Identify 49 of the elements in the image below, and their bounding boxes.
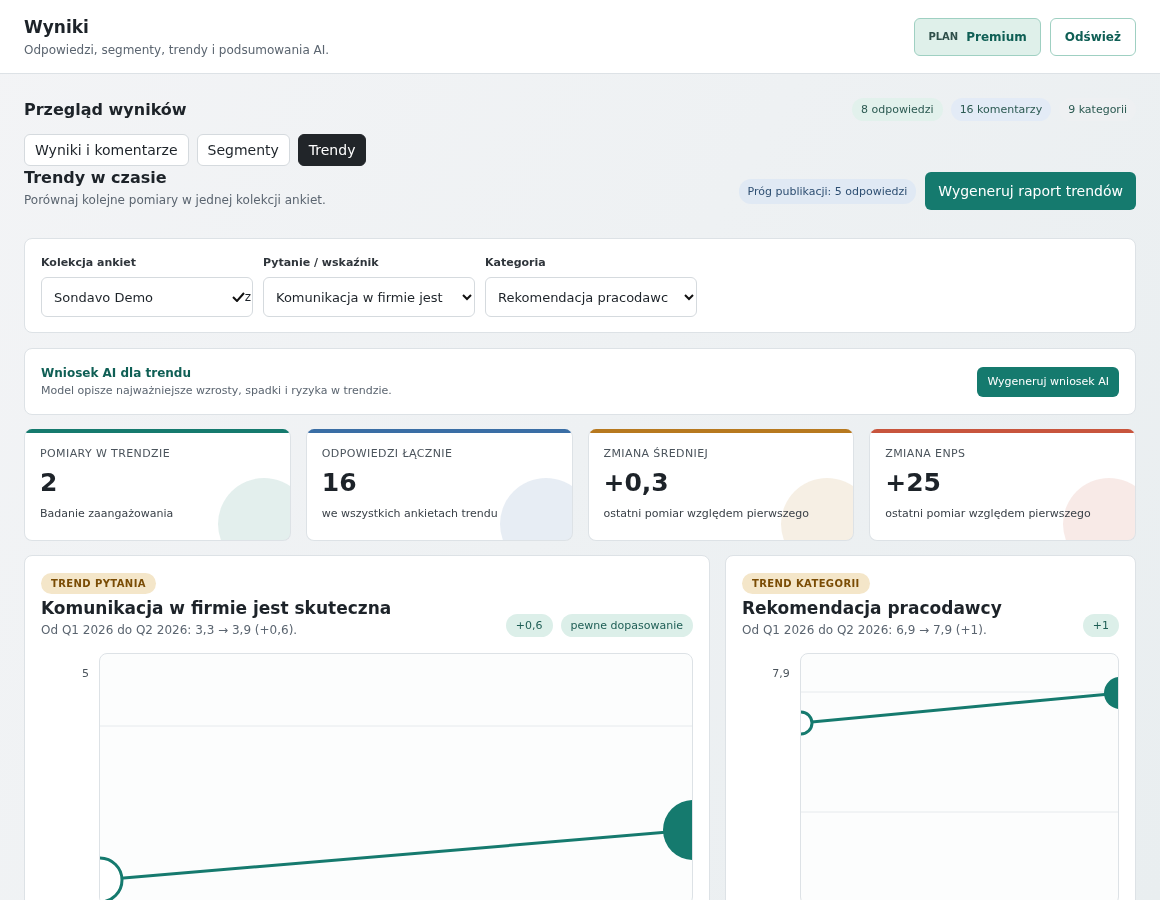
field-label: Kolekcja ankiet [41, 256, 138, 269]
select-field[interactable]: Komunikacja w firmie jest [263, 277, 475, 317]
select-field[interactable]: Rekomendacja pracodawc [485, 277, 697, 317]
section-title: Trendy w czasie [24, 168, 168, 187]
ai-insight-title: Wniosek AI dla trendu [41, 366, 192, 380]
page-title: Wyniki [24, 16, 90, 37]
threshold-pill: Próg publikacji: 5 odpowiedzi [738, 178, 917, 204]
trend-badge: pewne dopasowanie [560, 614, 693, 637]
plan-badge: PLAN Premium [914, 17, 1041, 56]
generate-report-button[interactable]: Wygeneruj raport trendów [925, 172, 1136, 210]
kpi-label: ODPOWIEDZI ŁĄCZNIE [321, 447, 454, 460]
field-label: Pytanie / wskaźnik [263, 256, 380, 269]
select-field[interactable]: Sondavo Demo z [41, 277, 253, 317]
section-subtitle: Porównaj kolejne pomiary w jednej kolekcji ankiet. [24, 193, 326, 207]
kpi-label: ZMIANA ŚREDNIEJ [603, 447, 710, 460]
kpi-label: ZMIANA ENPS [885, 447, 967, 460]
refresh-button[interactable]: Odśwież [1049, 17, 1136, 56]
axis-label: 5 [81, 667, 89, 680]
count-pill: 16 komentarzy [950, 98, 1052, 121]
axis-label: 7,9 [772, 667, 790, 680]
section-title: Przegląd wyników [24, 100, 187, 119]
kpi-value: 2 [40, 468, 59, 497]
trend-badge: +1 [1082, 614, 1119, 637]
trend-title: Komunikacja w firmie jest skuteczna [41, 598, 392, 618]
generate-insight-button[interactable]: Wygeneruj wniosek AI [977, 366, 1119, 397]
kpi-value: +0,3 [603, 468, 670, 497]
kpi-note: Badanie zaangażowania [40, 507, 175, 520]
trend-tag: TREND PYTANIA [41, 573, 156, 594]
tab[interactable]: Wyniki i komentarze [24, 134, 189, 166]
trend-summary: Od Q1 2026 do Q2 2026: 3,3 → 3,9 (+0,6). [41, 623, 299, 637]
tab[interactable]: Segmenty [196, 134, 290, 166]
tab[interactable]: Trendy [297, 134, 367, 166]
trend-title: Rekomendacja pracodawcy [742, 598, 1002, 618]
kpi-value: 16 [321, 468, 358, 497]
kpi-note: ostatni pomiar względem pierwszego [885, 507, 1092, 520]
trend-summary: Od Q1 2026 do Q2 2026: 6,9 → 7,9 (+1). [742, 623, 988, 637]
kpi-note: we wszystkich ankietach trendu [321, 507, 499, 520]
trend-tag: TREND KATEGORII [742, 573, 870, 594]
chevron-down-icon [684, 293, 694, 301]
page-subtitle: Odpowiedzi, segmenty, trendy i podsumowania AI. [24, 42, 330, 57]
ai-insight-description: Model opisze najważniejsze wzrosty, spadki i ryzyka w trendzie. [41, 384, 392, 397]
chevron-down-icon [462, 293, 472, 301]
kpi-label: POMIARY W TRENDZIE [40, 447, 172, 460]
check-icon [231, 292, 245, 302]
trend-badge: +0,6 [505, 614, 553, 637]
kpi-note: ostatni pomiar względem pierwszego [603, 507, 810, 520]
count-pill: 8 odpowiedzi [852, 98, 943, 121]
kpi-value: +25 [885, 468, 942, 497]
field-label: Kategoria [485, 256, 547, 269]
